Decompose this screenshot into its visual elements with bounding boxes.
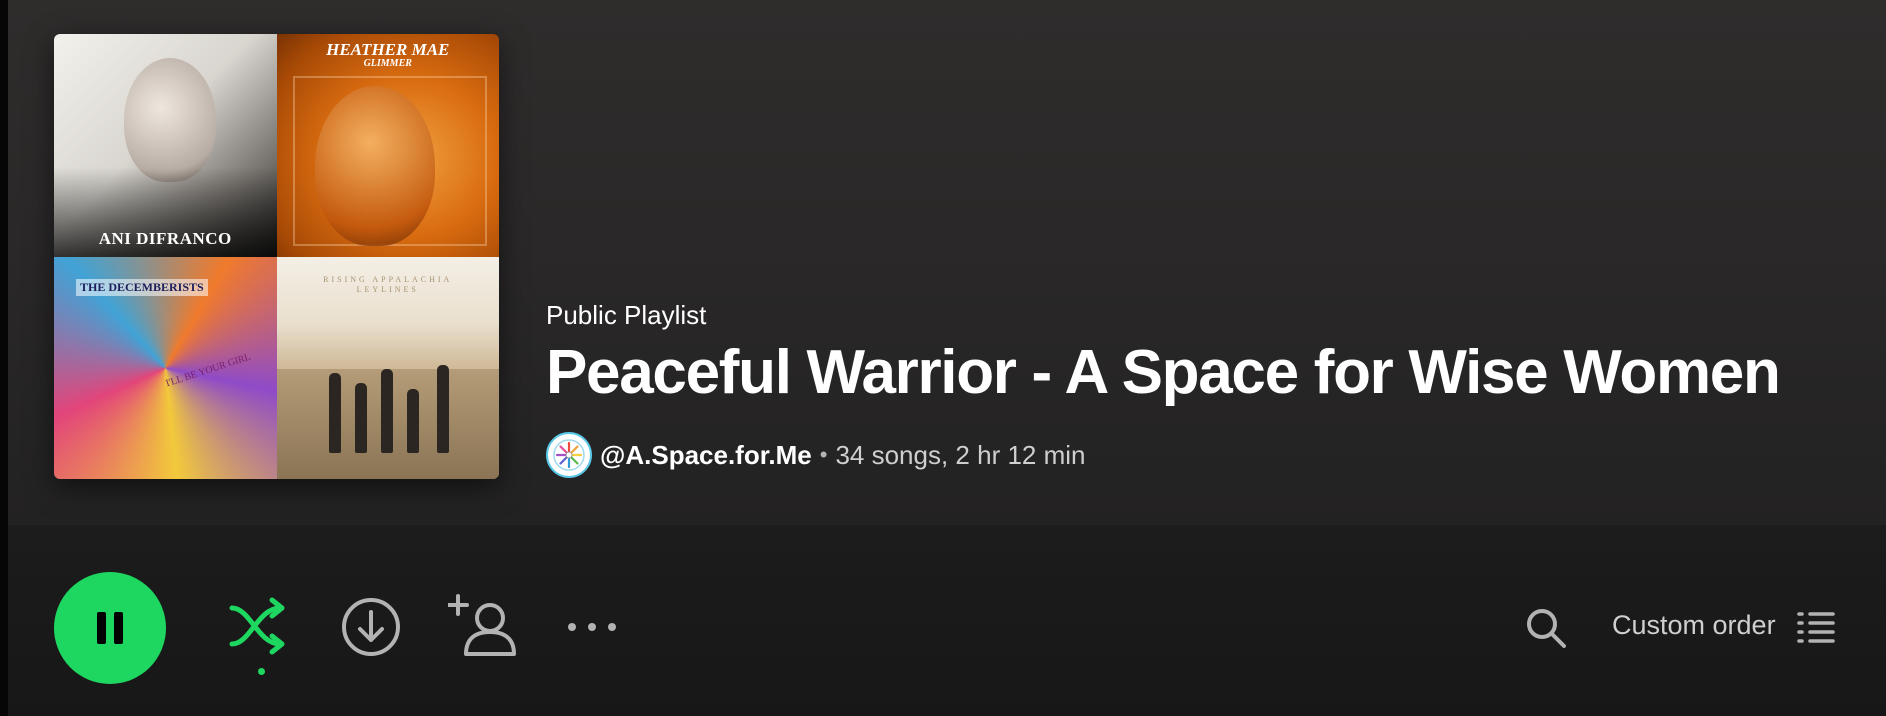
playlist-kind: Public Playlist (546, 300, 707, 330)
cover-tile-heather-mae: HEATHER MAE GLIMMER (276, 34, 499, 257)
cover-tile-label: ANI DIFRANCO (98, 228, 232, 248)
add-user-icon[interactable] (448, 594, 516, 658)
pause-icon (97, 612, 123, 644)
cover-tile-label: RISING APPALACHIA (323, 274, 453, 284)
cover-tile-sublabel: GLIMMER (363, 58, 412, 69)
cover-figure (436, 365, 449, 453)
cover-tile-sublabel: LEYLINES (356, 284, 419, 294)
playlist-cover[interactable]: ANI DIFRANCO HEATHER MAE GLIMMER THE DEC… (54, 34, 499, 479)
pause-button[interactable] (54, 572, 166, 684)
cover-tile-label: HEATHER MAE (326, 40, 450, 59)
cover-tile-ani-difranco: ANI DIFRANCO (54, 34, 277, 257)
owner-avatar[interactable] (546, 432, 592, 478)
download-icon[interactable] (340, 596, 402, 658)
playlist-meta: Public Playlist (546, 300, 706, 331)
shuffle-active-indicator (258, 668, 265, 675)
avatar-mandala-icon (553, 439, 585, 471)
cover-portrait (314, 86, 435, 246)
search-icon[interactable] (1524, 606, 1568, 650)
meta-separator: • (819, 442, 828, 467)
cover-figure (406, 389, 419, 453)
sort-order-button[interactable]: Custom order (1612, 610, 1776, 641)
window-edge (0, 0, 8, 716)
cover-tile-sublabel: I'LL BE YOUR GIRL (164, 351, 253, 389)
list-icon[interactable] (1796, 606, 1836, 650)
cover-figure (328, 373, 341, 453)
cover-figure (354, 383, 367, 453)
cover-portrait (124, 58, 216, 182)
playlist-title[interactable]: Peaceful Warrior - A Space for Wise Wome… (546, 337, 1781, 408)
owner-name-link[interactable]: @A.Space.for.Me (600, 440, 812, 471)
cover-tile-decemberists: THE DECEMBERISTS I'LL BE YOUR GIRL (54, 256, 277, 479)
playlist-stats: 34 songs, 2 hr 12 min (835, 439, 1086, 470)
shuffle-icon[interactable] (228, 596, 294, 656)
playlist-owner-row: @A.Space.for.Me • 34 songs, 2 hr 12 min (546, 430, 1086, 480)
playlist-page: ANI DIFRANCO HEATHER MAE GLIMMER THE DEC… (0, 0, 1886, 716)
cover-tile-rising-appalachia: RISING APPALACHIA LEYLINES (276, 256, 499, 479)
more-icon[interactable] (564, 612, 620, 642)
cover-tile-label: THE DECEMBERISTS (76, 278, 208, 296)
cover-figure (380, 369, 393, 453)
